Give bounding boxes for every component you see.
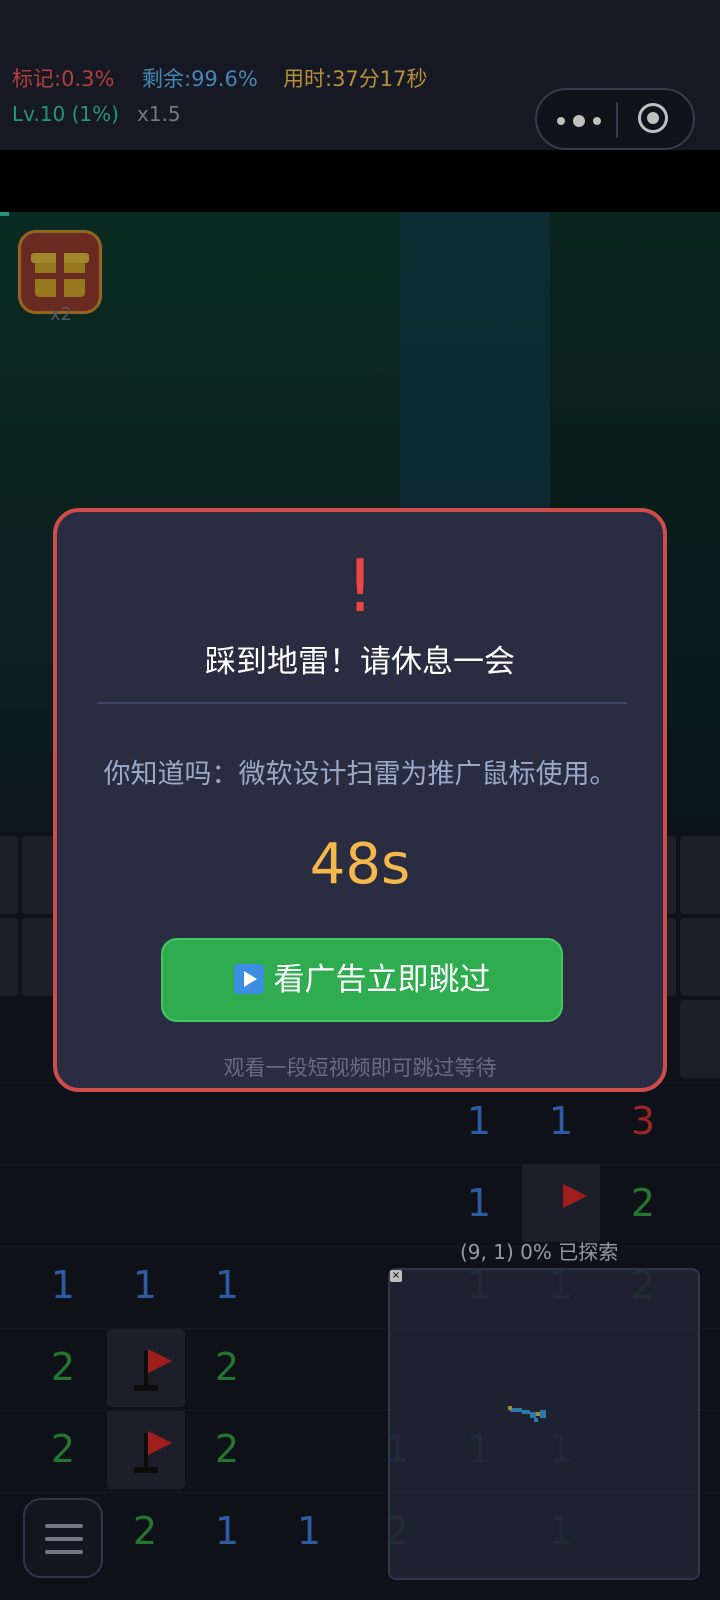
dialog-title: 踩到地雷！请休息一会 xyxy=(205,644,515,680)
cell-number: 1 xyxy=(466,1099,492,1143)
more-dots-icon-right xyxy=(593,117,601,125)
board-cell[interactable] xyxy=(680,1000,720,1078)
flag-icon xyxy=(148,1349,172,1373)
watch-ad-skip-button[interactable]: 看广告立即跳过 xyxy=(161,938,563,1022)
cell-number: 1 xyxy=(466,1181,492,1225)
gift-icon-ribbon xyxy=(35,273,85,279)
score-multiplier: x1.5 xyxy=(137,102,181,126)
minimap-status: (9, 1) 0% 已探索 xyxy=(460,1236,618,1265)
dialog-hint: 观看一段短视频即可跳过等待 xyxy=(223,1056,497,1080)
countdown-timer: 48s xyxy=(309,832,411,897)
minimap-explored-region xyxy=(540,1410,546,1418)
more-options-button[interactable] xyxy=(549,104,611,134)
target-icon-core xyxy=(647,112,659,124)
cell-number: 1 xyxy=(214,1263,240,1307)
cell-number: 2 xyxy=(214,1345,240,1389)
status-bar: 标记:0.3% 剩余:99.6% 用时:37分17秒 Lv.10 (1%) x1… xyxy=(0,0,720,150)
cell-number: 1 xyxy=(50,1263,76,1307)
more-dots-icon-center xyxy=(573,115,585,127)
cell-number: 1 xyxy=(132,1263,158,1307)
hamburger-icon xyxy=(45,1524,83,1528)
mini-program-capsule xyxy=(535,88,695,150)
minimap-explored-region xyxy=(534,1418,538,1422)
mine-hit-dialog: ! 踩到地雷！请休息一会 你知道吗：微软设计扫雷为推广鼠标使用。 48s 看广告… xyxy=(53,508,667,1092)
more-dots-icon xyxy=(557,117,565,125)
cell-number: 3 xyxy=(630,1099,656,1143)
flagged-cell[interactable] xyxy=(522,1164,600,1242)
close-mini-program-button[interactable] xyxy=(637,102,673,138)
coordinates-readout: (9, 1) xyxy=(460,1240,514,1264)
flagged-cell[interactable] xyxy=(107,1329,185,1407)
cell-number: 2 xyxy=(50,1345,76,1389)
hamburger-icon xyxy=(45,1550,83,1554)
cell-number: 1 xyxy=(548,1099,574,1143)
flag-icon-base xyxy=(134,1467,158,1473)
menu-button[interactable] xyxy=(23,1498,103,1578)
flag-icon xyxy=(148,1431,172,1455)
minimap[interactable]: × xyxy=(388,1268,700,1580)
flag-icon xyxy=(563,1184,587,1208)
cell-number: 2 xyxy=(214,1427,240,1471)
cell-number: 1 xyxy=(214,1509,240,1553)
hamburger-icon xyxy=(45,1537,83,1541)
board-cell[interactable] xyxy=(0,918,18,996)
header-spacer xyxy=(0,150,720,212)
board-cell[interactable] xyxy=(680,918,720,996)
flag-percentage: 标记:0.3% xyxy=(12,67,115,91)
minimap-explored-region xyxy=(522,1410,530,1414)
board-cell[interactable] xyxy=(680,836,720,914)
cell-number: 1 xyxy=(296,1509,322,1553)
level-indicator: Lv.10 (1%) xyxy=(12,102,119,126)
gift-box-button[interactable] xyxy=(18,230,102,314)
minimap-explored-region xyxy=(508,1406,512,1410)
dialog-divider xyxy=(97,702,627,704)
explored-percentage: 0% 已探索 xyxy=(520,1240,619,1264)
cell-number: 2 xyxy=(50,1427,76,1471)
dialog-tip: 你知道吗：微软设计扫雷为推广鼠标使用。 xyxy=(103,759,617,790)
cell-number: 2 xyxy=(630,1181,656,1225)
exclamation-icon: ! xyxy=(345,544,375,628)
flag-icon-base xyxy=(134,1385,158,1391)
progress-marker xyxy=(0,212,9,216)
flagged-cell[interactable] xyxy=(107,1411,185,1489)
skip-button-label: 看广告立即跳过 xyxy=(273,962,491,998)
board-cell[interactable] xyxy=(0,836,18,914)
minimap-close-icon[interactable]: × xyxy=(390,1270,402,1282)
elapsed-time: 用时:37分17秒 xyxy=(283,67,428,91)
remaining-percentage: 剩余:99.6% xyxy=(142,67,258,91)
cell-number: 2 xyxy=(132,1509,158,1553)
play-icon xyxy=(233,963,264,994)
gift-count: x2 xyxy=(50,304,73,325)
capsule-divider xyxy=(616,102,618,138)
